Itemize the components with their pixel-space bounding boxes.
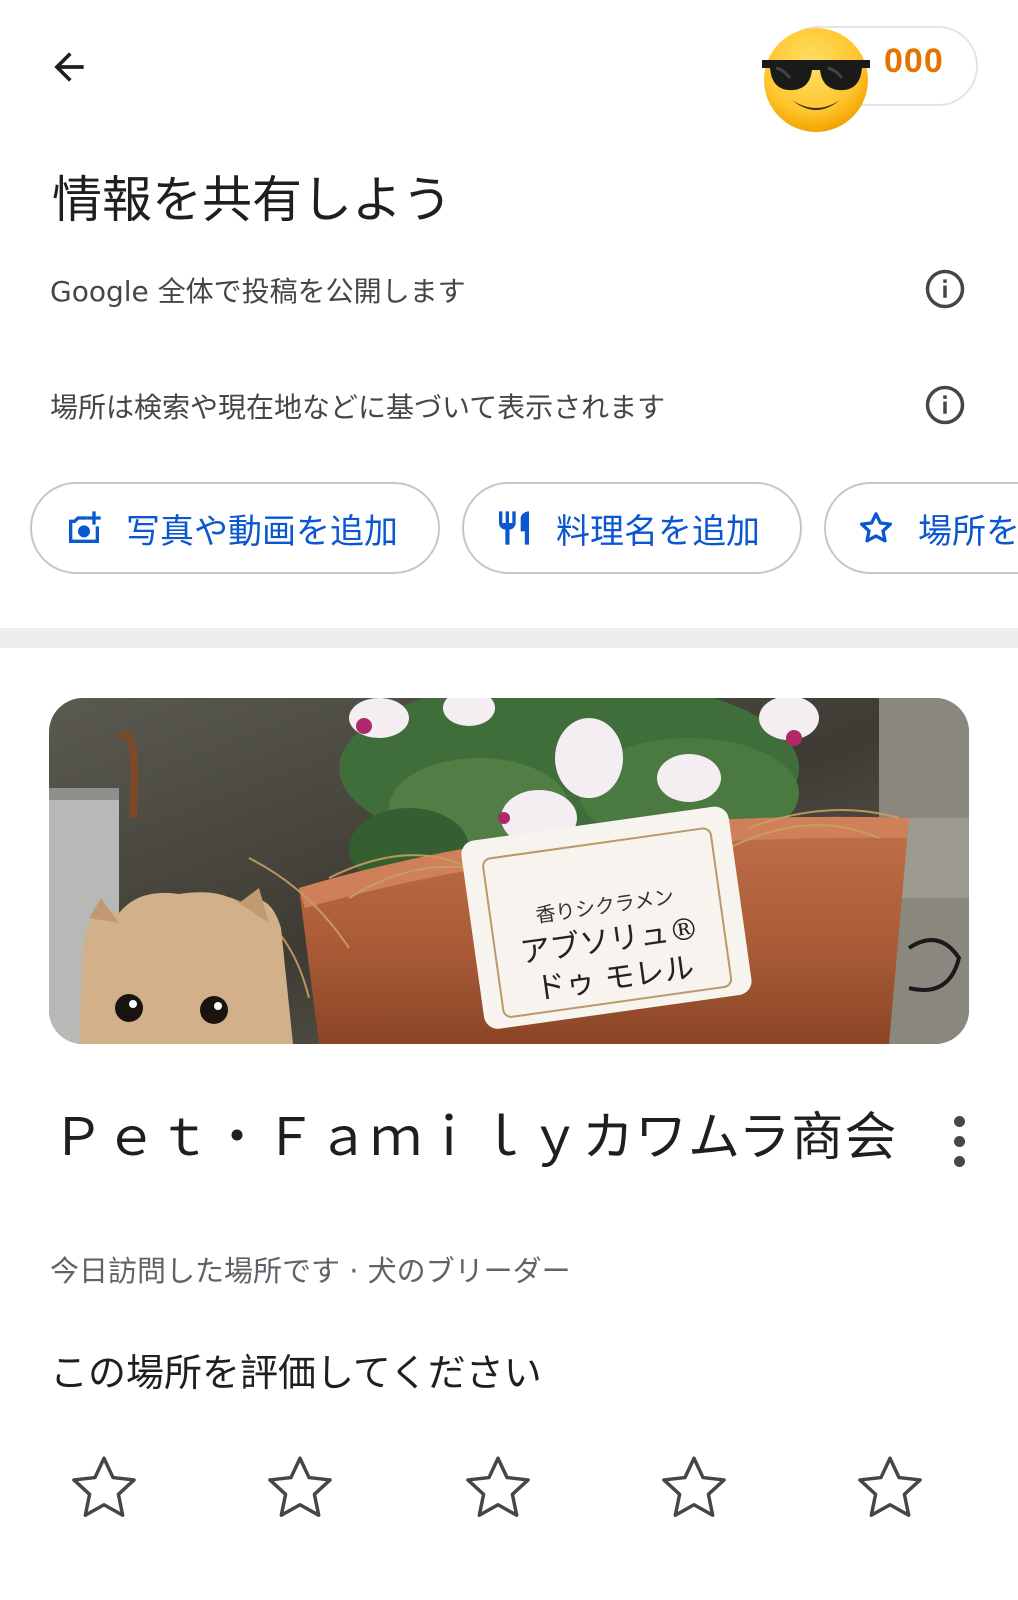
add-photo-icon [64, 508, 104, 548]
rating-prompt: この場所を評価してください [50, 1351, 542, 1395]
add-dish-chip[interactable]: 料理名を追加 [462, 482, 802, 574]
section-divider [0, 628, 1018, 648]
rating-star-5[interactable] [852, 1450, 928, 1526]
place-subtitle: 今日訪問した場所です · 犬のブリーダー [50, 1254, 571, 1288]
rate-place-chip[interactable]: 場所を [824, 482, 1018, 574]
info-location-text: 場所は検索や現在地などに基づいて表示されます [50, 391, 666, 424]
rating-star-4[interactable] [656, 1450, 732, 1526]
place-photo[interactable]: 香りシクラメン アブソリュ® ドゥ モレル [49, 698, 969, 1044]
points-value: 000 [884, 42, 944, 80]
arrow-left-icon [54, 52, 84, 82]
restaurant-icon [494, 508, 534, 548]
place-name: Ｐｅｔ・Ｆａｍｉｌｙカワムラ商会 [52, 1108, 898, 1168]
add-photo-chip[interactable]: 写真や動画を追加 [30, 482, 440, 574]
chip-label: 場所を [918, 511, 1018, 552]
rating-star-1[interactable] [66, 1450, 142, 1526]
chip-label: 写真や動画を追加 [126, 511, 398, 552]
rating-star-2[interactable] [262, 1450, 338, 1526]
sunglasses-emoji-icon[interactable] [758, 22, 874, 134]
more-vert-icon [953, 1115, 965, 1127]
page-title: 情報を共有しよう [52, 171, 452, 229]
rating-star-3[interactable] [460, 1450, 536, 1526]
back-button[interactable] [38, 36, 100, 98]
info-icon[interactable] [924, 384, 966, 426]
star-outline-icon [856, 508, 896, 548]
info-public-text: Google 全体で投稿を公開します [50, 275, 466, 308]
more-options-button[interactable] [934, 1108, 984, 1174]
info-icon[interactable] [924, 268, 966, 310]
chip-label: 料理名を追加 [556, 511, 760, 552]
